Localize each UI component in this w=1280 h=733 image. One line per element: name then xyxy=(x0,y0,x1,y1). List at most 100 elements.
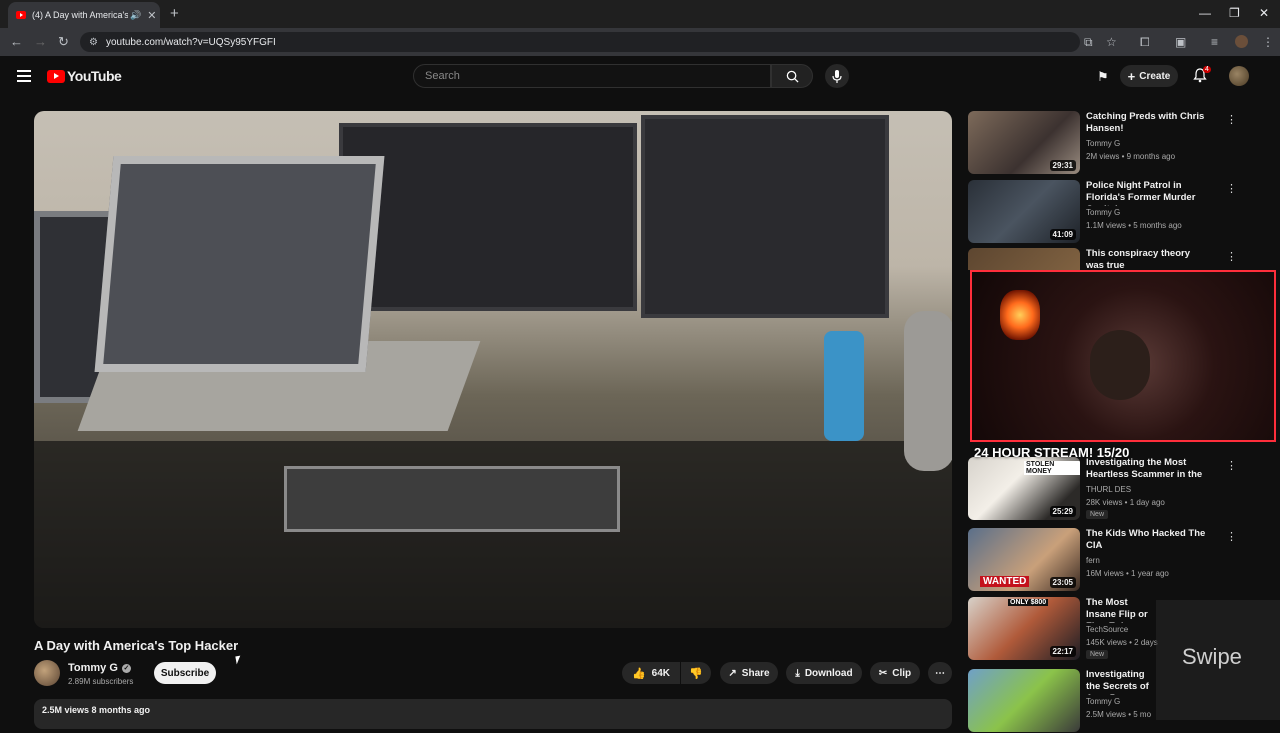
site-info-icon[interactable]: ⚙ xyxy=(89,37,98,48)
description-box[interactable] xyxy=(34,699,952,729)
profile-avatar[interactable] xyxy=(1235,35,1248,48)
recommendation-item[interactable]: 29:31 Catching Preds with Chris Hansen! … xyxy=(968,111,1268,175)
duration-badge: 23:05 xyxy=(1049,577,1076,588)
new-badge: New xyxy=(1086,510,1109,519)
new-tab-button[interactable]: + xyxy=(170,5,179,22)
media-control-icon[interactable]: ≡ xyxy=(1211,35,1218,49)
duration-badge: 29:31 xyxy=(1049,160,1076,171)
like-button[interactable]: 👍 64K xyxy=(622,662,680,684)
address-bar[interactable]: ⚙ youtube.com/watch?v=UQSy95YFGFI xyxy=(80,32,1080,52)
back-icon[interactable]: ← xyxy=(10,34,23,49)
shorts-icon[interactable]: ⚑ xyxy=(1097,69,1109,85)
share-icon: ↗ xyxy=(728,667,737,679)
recommendation-meta: 1.1M views • 5 months ago xyxy=(1086,221,1182,230)
recommendation-title[interactable]: The Most Insane Flip or Flop Episo xyxy=(1086,597,1156,623)
search-input[interactable]: Search xyxy=(413,64,771,88)
swipe-label: Swipe xyxy=(1182,644,1242,669)
more-vertical-icon[interactable]: ⋮ xyxy=(1226,459,1237,472)
channel-avatar[interactable] xyxy=(34,660,60,686)
bookmark-star-icon[interactable]: ☆ xyxy=(1106,35,1117,49)
recommendation-channel[interactable]: TechSource xyxy=(1086,625,1128,634)
subscribe-button[interactable]: Subscribe xyxy=(154,662,216,684)
create-button[interactable]: + Create xyxy=(1120,65,1178,87)
hamburger-menu-icon[interactable] xyxy=(17,70,31,85)
logo-text: YouTube xyxy=(67,68,122,84)
clip-button[interactable]: ✂ Clip xyxy=(870,662,920,684)
browser-tab[interactable]: (4) A Day with America's Top 🔊 ✕ xyxy=(8,2,160,28)
close-window-icon[interactable]: ✕ xyxy=(1259,6,1269,20)
thumbs-up-icon: 👍 xyxy=(631,667,646,680)
video-frame-keyboard xyxy=(284,466,620,532)
recommendation-channel[interactable]: Tommy G xyxy=(1086,139,1120,148)
duration-badge: 25:29 xyxy=(1049,506,1076,517)
more-vertical-icon[interactable]: ⋮ xyxy=(1226,113,1237,126)
recommendation-channel[interactable]: Tommy G xyxy=(1086,208,1120,217)
verified-icon: ✓ xyxy=(121,663,131,673)
tab-title: (4) A Day with America's Top xyxy=(32,10,128,20)
recommendation-meta: 2.5M views • 5 mo xyxy=(1086,710,1152,719)
video-thumbnail[interactable]: WANTED 23:05 xyxy=(968,528,1080,591)
recommendation-meta: 28K views • 1 day ago xyxy=(1086,498,1165,507)
speaker-icon[interactable]: 🔊 xyxy=(130,10,141,21)
recommendation-title[interactable]: Investigating the Secrets of Area 5 xyxy=(1086,669,1156,695)
close-tab-icon[interactable]: ✕ xyxy=(147,9,156,22)
recommendation-item[interactable]: STOLEN MONEY 25:29 Investigating the Mos… xyxy=(968,457,1268,521)
account-avatar[interactable] xyxy=(1229,66,1249,86)
video-title: A Day with America's Top Hacker xyxy=(34,638,239,653)
restore-icon[interactable]: ❐ xyxy=(1229,6,1240,20)
more-vertical-icon[interactable]: ⋮ xyxy=(1226,250,1237,263)
more-vertical-icon[interactable]: ⋮ xyxy=(1226,530,1237,543)
video-thumbnail[interactable] xyxy=(968,669,1080,732)
browser-tab-bar xyxy=(0,0,1280,28)
scissors-icon: ✂ xyxy=(878,667,888,679)
more-vertical-icon[interactable]: ⋮ xyxy=(1226,182,1237,195)
video-thumbnail[interactable]: 29:31 xyxy=(968,111,1080,174)
video-thumbnail[interactable]: ONLY $800 22:17 xyxy=(968,597,1080,660)
voice-search-button[interactable] xyxy=(825,64,849,88)
recommendation-channel[interactable]: THURL DES xyxy=(1086,485,1131,494)
recommendation-channel[interactable]: Tommy G xyxy=(1086,697,1120,706)
browser-menu-icon[interactable]: ⋮ xyxy=(1262,35,1274,49)
recommendation-title[interactable]: This conspiracy theory was true xyxy=(1086,248,1210,270)
video-thumbnail[interactable]: 41:09 xyxy=(968,180,1080,243)
webcam-person xyxy=(1090,330,1150,400)
download-button[interactable]: ⤓ Download xyxy=(786,662,862,684)
recommendation-item[interactable]: 41:09 Police Night Patrol in Florida's F… xyxy=(968,180,1268,244)
extensions-icon[interactable]: ⧠ xyxy=(1140,35,1150,50)
recommendation-meta: 145K views • 2 days xyxy=(1086,638,1158,647)
forward-icon[interactable]: → xyxy=(34,34,47,49)
thumbnail-overlay-text: ONLY $800 xyxy=(1008,599,1049,606)
dislike-button[interactable]: 👎 xyxy=(681,662,711,684)
search-button[interactable] xyxy=(771,64,813,88)
share-button[interactable]: ↗ Share xyxy=(720,662,778,684)
reload-icon[interactable]: ↻ xyxy=(58,34,69,50)
thumbs-down-icon: 👎 xyxy=(689,667,703,680)
recommendation-title[interactable]: The Kids Who Hacked The CIA xyxy=(1086,528,1210,552)
microphone-icon xyxy=(832,69,842,83)
new-badge: New xyxy=(1086,650,1109,659)
recommendation-channel[interactable]: fern xyxy=(1086,556,1100,565)
recommendation-item[interactable]: This conspiracy theory was true ⋮ xyxy=(968,248,1268,270)
subscriber-count: 2.89M subscribers xyxy=(68,677,134,686)
recommendation-title[interactable]: Investigating the Most Heartless Scammer… xyxy=(1086,457,1210,483)
channel-name[interactable]: Tommy G ✓ xyxy=(68,662,131,674)
install-app-icon[interactable]: ⧉ xyxy=(1084,35,1093,50)
video-thumbnail[interactable]: STOLEN MONEY 25:29 xyxy=(968,457,1080,520)
youtube-logo[interactable]: YouTube xyxy=(47,68,122,84)
search-icon xyxy=(786,70,799,83)
plus-icon: + xyxy=(1127,68,1136,84)
recommendation-title[interactable]: Catching Preds with Chris Hansen! xyxy=(1086,111,1210,135)
recommendation-item[interactable]: WANTED 23:05 The Kids Who Hacked The CIA… xyxy=(968,528,1268,592)
create-label: Create xyxy=(1139,70,1171,82)
minimize-icon[interactable]: — xyxy=(1199,6,1211,20)
video-frame-speaker xyxy=(904,311,952,471)
recommendation-title[interactable]: Police Night Patrol in Florida's Former … xyxy=(1086,180,1210,206)
video-frame-laptop-screen xyxy=(94,156,385,372)
video-frame-bottle xyxy=(824,331,864,441)
video-frame-monitor-right xyxy=(641,115,889,318)
more-actions-button[interactable]: ⋯ xyxy=(928,662,952,684)
video-player[interactable] xyxy=(34,111,952,628)
duration-badge: 41:09 xyxy=(1049,229,1076,240)
sidepanel-icon[interactable]: ▣ xyxy=(1175,35,1186,49)
video-thumbnail[interactable] xyxy=(968,248,1080,270)
